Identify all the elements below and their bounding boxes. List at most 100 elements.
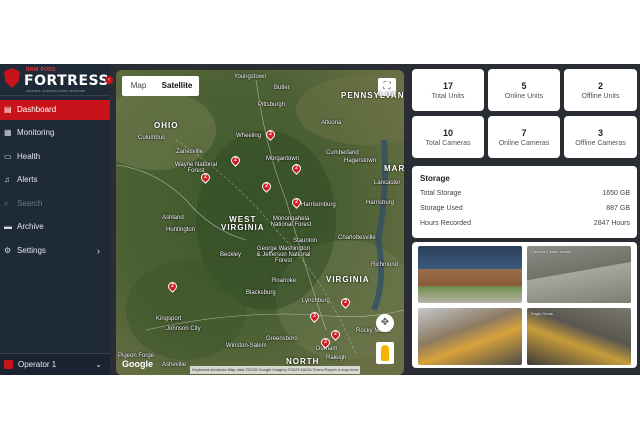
map-place-label: Greensboro	[266, 336, 298, 342]
stat-card-total-units: 17 Total Units	[412, 69, 484, 111]
stat-value: 3	[597, 128, 603, 138]
storage-value: 1650 GB	[602, 190, 630, 197]
sidebar-item-settings[interactable]: ⚙ Settings ›	[0, 241, 110, 261]
search-icon: ⌕	[4, 199, 9, 208]
marker-count: 2	[344, 299, 347, 305]
map-place-label: Charlottesville	[338, 235, 376, 241]
map-place-label: Blacksburg	[246, 290, 276, 296]
marker-count: 2	[324, 339, 327, 345]
sidebar-item-health[interactable]: ▭ Health	[0, 147, 110, 167]
sidebar-item-label: Search	[17, 199, 43, 208]
stat-card-offline-units: 2 Offline Units	[564, 69, 637, 111]
map-place-label: Monongahela National Forest	[270, 216, 312, 228]
map-state-label: OHIO	[154, 121, 179, 130]
map-state-label: VIRGINIA	[326, 275, 370, 284]
storage-row: Storage Used 887 GB	[420, 205, 630, 217]
stat-value: 5	[521, 81, 527, 91]
marker-count: 2	[295, 165, 298, 171]
operator-name: Operator 1	[18, 360, 57, 369]
street-view-pegman-icon[interactable]	[376, 342, 394, 364]
camera-feed-4[interactable]: Eagle Dome	[527, 308, 631, 365]
map-place-label: Columbus	[138, 135, 166, 141]
map-place-label: Pittsburgh	[258, 102, 286, 108]
sidebar-item-search[interactable]: ⌕ Search	[0, 194, 110, 214]
sidebar-item-alerts[interactable]: ♫ Alerts	[0, 170, 110, 190]
marker-count: 2	[265, 183, 268, 189]
map-place-label: Hagerstown	[344, 158, 377, 164]
storage-panel: Storage Total Storage 1650 GB Storage Us…	[412, 166, 637, 238]
chevron-down-icon: ⌄	[95, 360, 102, 369]
map-place-label: Altoona	[321, 120, 342, 126]
map-place-label: Lancaster	[374, 180, 401, 186]
map-marker[interactable]: 2	[290, 196, 303, 209]
stat-card-total-cameras: 10 Total Cameras	[412, 116, 484, 158]
map-rotate-control[interactable]: ✥	[376, 314, 394, 332]
stat-label: Total Cameras	[425, 140, 471, 147]
sidebar-item-label: Dashboard	[17, 105, 57, 114]
map-marker[interactable]: 2	[260, 180, 273, 193]
map-place-label: Huntington	[166, 227, 196, 233]
map-place-label: Harrisburg	[366, 200, 395, 206]
map-place-label: Staunton	[293, 238, 318, 244]
storage-row: Hours Recorded 2847 Hours	[420, 220, 630, 232]
sidebar-item-archive[interactable]: ▬ Archive	[0, 217, 110, 237]
map-view[interactable]: Map Satellite ⛶ OHIO PENNSYLVAN WEST VIR…	[116, 70, 404, 375]
map-marker[interactable]: 2	[290, 162, 303, 175]
map-place-label: Raleigh	[326, 355, 347, 361]
map-place-label: Richmond	[371, 262, 399, 268]
brand-name: FORTRESS	[24, 73, 110, 89]
camera-label: Camera 2 Multi-sensor	[531, 249, 572, 254]
camera-grid: Camera 2 Multi-sensor Eagle Dome	[412, 242, 637, 368]
avatar	[4, 360, 13, 369]
map-attribution[interactable]: Keyboard shortcuts Map data ©2025 Google…	[190, 366, 361, 374]
map-marker[interactable]: 2	[329, 328, 342, 341]
storage-label: Total Storage	[420, 190, 462, 197]
map-place-label: Kingsport	[156, 316, 182, 322]
folder-icon: ▬	[4, 222, 12, 231]
stat-label: Online Units	[504, 93, 544, 100]
map-marker[interactable]: 2	[339, 296, 352, 309]
map-place-label: Youngstown	[234, 74, 267, 80]
map-place-label: Cumberland	[326, 150, 359, 156]
stat-label: Total Units	[431, 93, 465, 100]
sidebar-item-label: Settings	[17, 246, 46, 255]
collapse-sidebar-button[interactable]: ‹	[105, 76, 113, 84]
map-state-label: NORTH	[286, 357, 320, 366]
camera-feed-1[interactable]	[418, 246, 522, 303]
camera-feed-2[interactable]: Camera 2 Multi-sensor	[527, 246, 631, 303]
map-type-map-button[interactable]: Map	[122, 76, 155, 96]
marker-count: 2	[313, 313, 316, 319]
map-marker[interactable]: 2	[229, 154, 242, 167]
operator-menu[interactable]: Operator 1 ⌄	[0, 353, 110, 375]
camera-feed-3[interactable]	[418, 308, 522, 365]
map-place-label: Zanesville	[176, 149, 204, 155]
brand-tagline: CENTRAL SURVEILLANCE NETWORK	[26, 89, 86, 93]
monitor-icon: ▭	[4, 152, 12, 161]
stat-value: 2	[597, 81, 603, 91]
sidebar-item-dashboard[interactable]: ▤ Dashboard	[0, 100, 110, 120]
sidebar-item-label: Monitoring	[17, 128, 55, 137]
map-type-satellite-button[interactable]: Satellite	[155, 76, 199, 96]
map-place-label: George Washington & Jefferson National F…	[256, 246, 311, 264]
map-marker[interactable]: 2	[199, 171, 212, 184]
storage-value: 2847 Hours	[593, 220, 630, 227]
stat-card-online-units: 5 Online Units	[488, 69, 560, 111]
storage-label: Hours Recorded	[420, 220, 471, 227]
map-marker[interactable]: 2	[308, 310, 321, 323]
stat-card-offline-cameras: 3 Offline Cameras	[564, 116, 637, 158]
map-marker[interactable]: 2	[264, 128, 277, 141]
stat-value: 17	[442, 81, 453, 91]
stat-label: Offline Cameras	[575, 140, 626, 147]
dashboard-icon: ▤	[4, 105, 12, 114]
storage-row: Total Storage 1650 GB	[420, 190, 630, 202]
sidebar-item-monitoring[interactable]: ▦ Monitoring	[0, 123, 110, 143]
map-marker[interactable]: 2	[319, 336, 332, 349]
map-place-label: Ashland	[162, 215, 184, 221]
camera-label: Eagle Dome	[531, 311, 554, 316]
marker-count: 2	[204, 174, 207, 180]
map-state-label: MAR	[384, 164, 404, 173]
marker-count: 2	[269, 131, 272, 137]
map-state-label: PENNSYLVAN	[341, 91, 404, 100]
map-marker[interactable]: 2	[166, 280, 179, 293]
map-place-label: Wheeling	[236, 133, 262, 139]
